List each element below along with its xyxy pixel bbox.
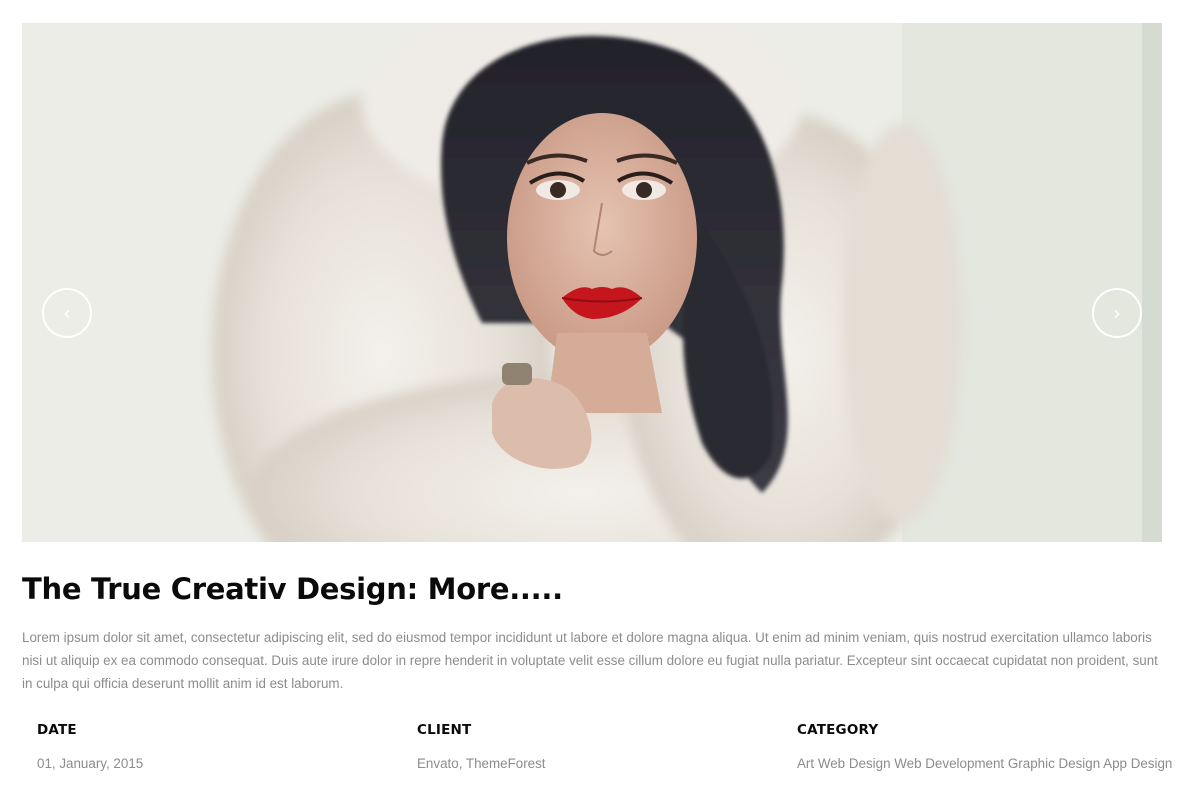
meta-date: DATE 01, January, 2015 — [37, 722, 143, 771]
chevron-left-icon: ‹ — [63, 301, 71, 325]
slide-photo — [22, 23, 1162, 542]
portfolio-detail-page: ‹ › The True Creativ Design: More..... L… — [0, 0, 1182, 809]
meta-date-label: DATE — [37, 722, 77, 738]
project-description: Lorem ipsum dolor sit amet, consectetur … — [22, 630, 1158, 691]
meta-client: CLIENT Envato, ThemeForest — [417, 722, 546, 771]
project-title: The True Creativ Design: More..... — [22, 572, 563, 606]
image-slider: ‹ › — [22, 23, 1162, 542]
meta-category-value: Art Web Design Web Development Graphic D… — [797, 756, 1173, 771]
meta-date-value: 01, January, 2015 — [37, 756, 144, 771]
meta-category-label: CATEGORY — [797, 722, 879, 738]
chevron-right-icon: › — [1113, 301, 1121, 325]
meta-client-label: CLIENT — [417, 722, 472, 738]
slider-next-button[interactable]: › — [1092, 288, 1142, 338]
meta-category: CATEGORY Art Web Design Web Development … — [797, 722, 1172, 771]
slider-prev-button[interactable]: ‹ — [42, 288, 92, 338]
meta-client-value: Envato, ThemeForest — [417, 756, 546, 771]
